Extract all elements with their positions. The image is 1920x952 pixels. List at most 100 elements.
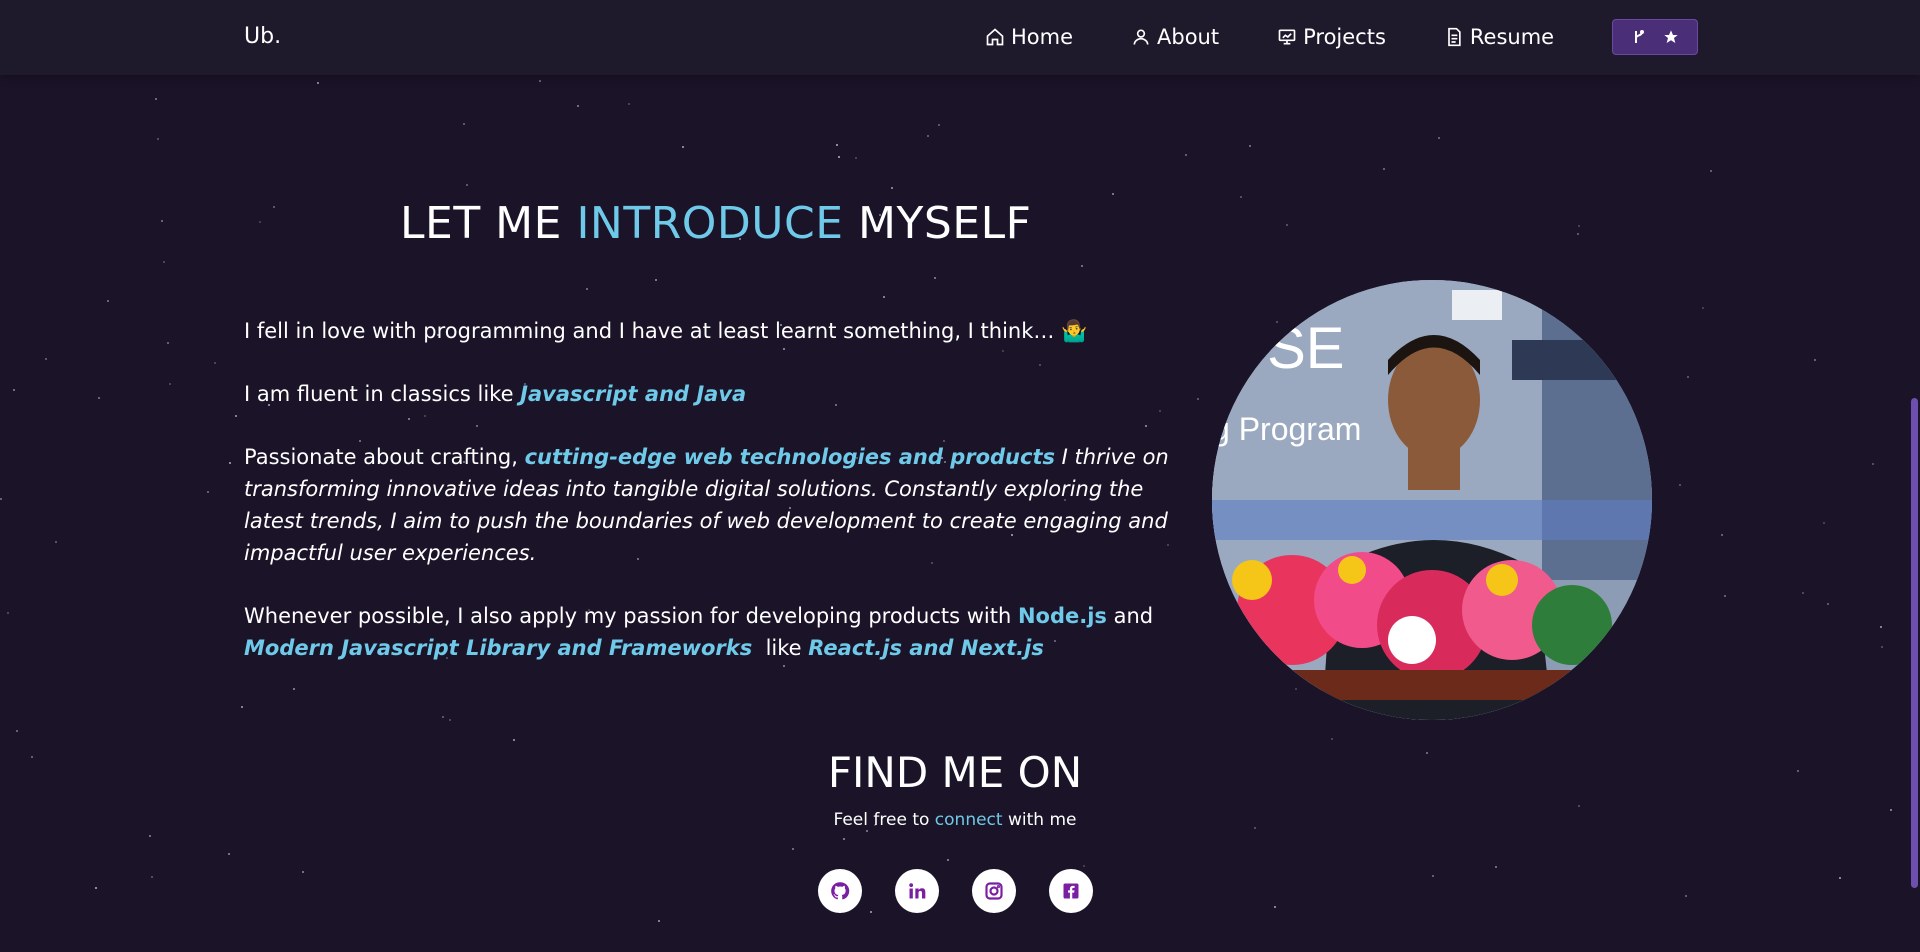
star (1432, 875, 1434, 877)
intro-title: LET ME INTRODUCE MYSELF (400, 198, 1031, 249)
facebook-icon (1063, 883, 1079, 899)
star (1724, 595, 1726, 597)
star (1702, 307, 1704, 309)
nav-item-projects[interactable]: Projects (1277, 25, 1386, 49)
star (934, 277, 936, 279)
star (792, 848, 794, 850)
star (228, 853, 230, 855)
star (1721, 534, 1723, 536)
nav-item-label: About (1157, 25, 1220, 49)
star (655, 279, 657, 281)
highlight: React.js and Next.js (808, 636, 1044, 660)
star (1839, 877, 1841, 879)
star (938, 124, 940, 126)
intro-title-accent: INTRODUCE (576, 198, 844, 249)
star (539, 80, 541, 82)
star (1276, 321, 1278, 323)
star (1331, 738, 1333, 740)
star-icon (1664, 30, 1678, 43)
star (1823, 522, 1825, 524)
star (55, 541, 57, 543)
star (927, 135, 929, 137)
avatar-photo: OSE g Program (1212, 280, 1652, 720)
github-link[interactable] (818, 869, 862, 913)
text: and (1106, 604, 1154, 628)
github-icon (831, 882, 850, 900)
star (513, 739, 515, 741)
projects-icon (1278, 29, 1296, 45)
star (843, 838, 845, 840)
intro-paragraph-2: I am fluent in classics like Javascript … (244, 378, 1179, 410)
instagram-link[interactable] (972, 869, 1016, 913)
star (442, 716, 444, 718)
avatar: OSE g Program (1212, 280, 1652, 720)
nav-item-about[interactable]: About (1131, 25, 1219, 49)
star (866, 830, 868, 832)
star (838, 156, 840, 158)
highlight: cutting-edge web technologies and produc… (524, 445, 1055, 469)
text: like (752, 636, 809, 660)
star (149, 835, 151, 837)
star (13, 389, 15, 391)
star (207, 491, 209, 493)
star (241, 706, 243, 708)
nav-menu: Home About Projects Resume (985, 18, 1699, 56)
star (586, 288, 588, 290)
star (1578, 225, 1580, 227)
github-fork-star-button[interactable] (1612, 19, 1699, 55)
star (1814, 359, 1816, 361)
highlight: Javascript and Java (520, 382, 747, 406)
linkedin-icon (909, 883, 926, 899)
star (1685, 895, 1687, 897)
star (1679, 484, 1681, 486)
star (98, 397, 100, 399)
highlight: Node.js (1017, 604, 1107, 628)
text: Passionate about crafting, (244, 445, 525, 469)
star (1710, 170, 1712, 172)
star (259, 221, 261, 223)
star (1249, 145, 1251, 147)
intro-paragraph-4: Whenever possible, I also apply my passi… (244, 600, 1179, 664)
star (0, 498, 2, 500)
instagram-icon (985, 882, 1003, 900)
star (1383, 168, 1385, 170)
star (167, 342, 169, 344)
find-me-title: FIND ME ON (827, 748, 1083, 797)
intro-title-post: MYSELF (843, 198, 1032, 249)
star (1286, 224, 1288, 226)
star (1578, 805, 1580, 807)
navbar: Ub. Home About Projects Resume (0, 0, 1920, 75)
star (1274, 906, 1276, 908)
star (169, 383, 171, 385)
star (1185, 154, 1187, 156)
nav-item-home[interactable]: Home (985, 25, 1073, 49)
star (95, 887, 97, 889)
star (1881, 646, 1883, 648)
intro-paragraph-1: I fell in love with programming and I ha… (244, 319, 1088, 343)
star (155, 98, 157, 100)
intro-text: I fell in love with programming and I ha… (244, 315, 1179, 695)
logo[interactable]: Ub. (244, 24, 281, 49)
star (317, 82, 319, 84)
star (1438, 137, 1440, 139)
nav-item-label: Projects (1303, 25, 1386, 49)
star (1872, 463, 1874, 465)
text: Feel free to (833, 810, 935, 830)
star (1802, 592, 1804, 594)
star (151, 876, 153, 878)
star (463, 123, 465, 125)
star (1295, 688, 1297, 690)
nav-item-resume[interactable]: Resume (1444, 25, 1554, 49)
linkedin-link[interactable] (895, 869, 939, 913)
scrollbar-thumb[interactable] (1911, 398, 1918, 888)
star (1495, 866, 1497, 868)
star (466, 184, 468, 186)
star (1112, 193, 1114, 195)
star (214, 362, 216, 364)
intro-paragraph-3: Passionate about crafting, cutting-edge … (244, 441, 1179, 569)
highlight: Modern Javascript Library and Frameworks (244, 636, 753, 660)
facebook-link[interactable] (1049, 869, 1093, 913)
home-icon (986, 28, 1004, 46)
star (1240, 196, 1242, 198)
star (1577, 233, 1579, 235)
